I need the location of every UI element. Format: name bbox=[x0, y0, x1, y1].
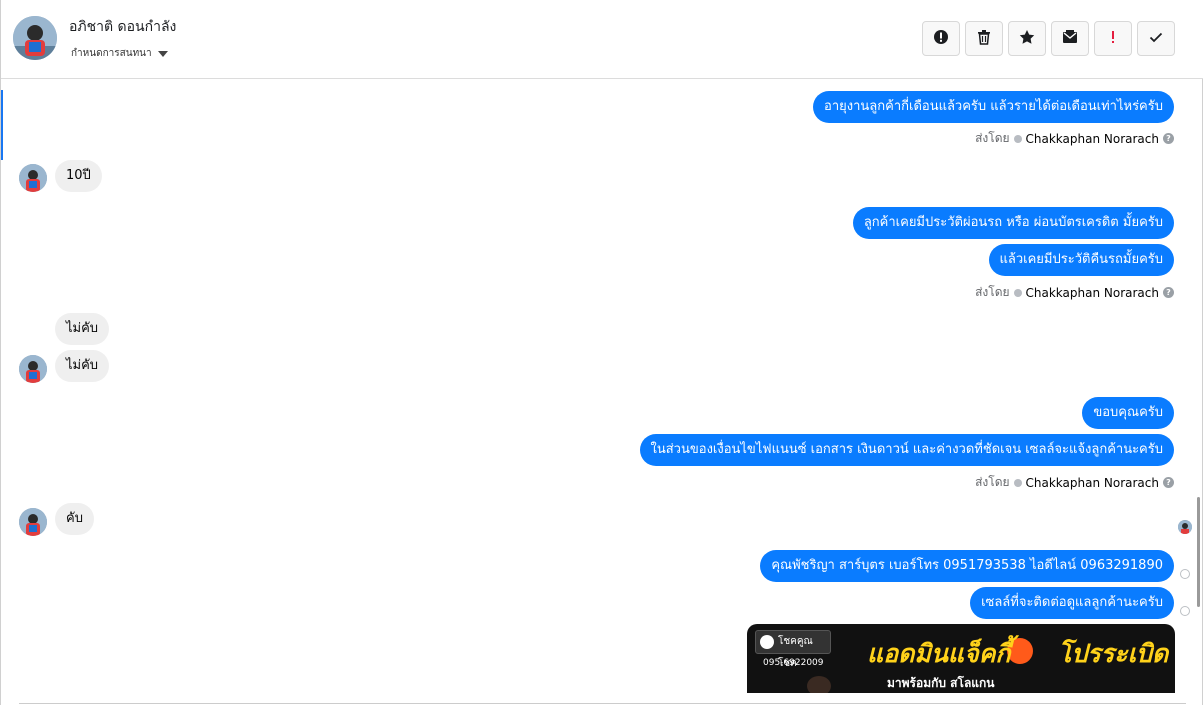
message-meta: ส่งโดย Chakkaphan Norarach ? bbox=[975, 473, 1174, 492]
help-icon[interactable]: ? bbox=[1163, 133, 1174, 144]
delete-button[interactable] bbox=[965, 21, 1003, 56]
conversation-window: อภิชาติ ดอนกำลัง กำหนดการสนทนา อายุงานลู… bbox=[0, 0, 1203, 705]
sent-by-label: ส่งโดย bbox=[975, 285, 1010, 299]
exclamation-icon bbox=[1105, 29, 1121, 49]
composer-divider bbox=[19, 703, 1186, 704]
agent-dot-icon bbox=[1013, 134, 1022, 143]
sent-status-icon bbox=[1180, 606, 1190, 616]
message-bubble-incoming[interactable]: คับ bbox=[55, 503, 94, 535]
alert-circle-icon bbox=[933, 29, 949, 49]
banner-title: แอดมินแจ็คกี้ โปรระเบิด bbox=[867, 639, 1169, 668]
message-bubble-incoming[interactable]: ไม่คับ bbox=[55, 350, 110, 382]
message-bubble-outgoing[interactable]: ลูกค้าเคยมีประวัติผ่อนรถ หรือ ผ่อนบัตรเค… bbox=[852, 207, 1174, 239]
agent-name[interactable]: Chakkaphan Norarach bbox=[1026, 476, 1159, 490]
message-bubble-outgoing[interactable]: เซลล์ที่จะติดต่อดูแลลูกค้านะครับ bbox=[970, 587, 1174, 619]
logo-mark-icon bbox=[760, 635, 774, 649]
message-bubble-outgoing[interactable]: คุณพัชริญา สาร์บุตร เบอร์โทร 0951793538 … bbox=[760, 550, 1174, 582]
spam-report-button[interactable] bbox=[922, 21, 960, 56]
message-meta: ส่งโดย Chakkaphan Norarach ? bbox=[975, 129, 1174, 148]
help-icon[interactable]: ? bbox=[1163, 477, 1174, 488]
message-bubble-incoming[interactable]: ไม่คับ bbox=[55, 313, 110, 345]
person-image bbox=[807, 676, 831, 693]
contact-avatar-small[interactable] bbox=[19, 508, 47, 536]
message-bubble-incoming[interactable]: 10ปี bbox=[55, 160, 102, 192]
sent-by-label: ส่งโดย bbox=[975, 475, 1010, 489]
selection-indicator bbox=[1, 90, 3, 160]
chevron-down-icon bbox=[157, 50, 168, 57]
agent-dot-icon bbox=[1013, 288, 1022, 297]
contact-avatar-small[interactable] bbox=[19, 164, 47, 192]
conversation-status-dropdown[interactable]: กำหนดการสนทนา bbox=[71, 46, 168, 61]
message-bubble-outgoing[interactable]: ขอบคุณครับ bbox=[1082, 397, 1174, 429]
agent-name[interactable]: Chakkaphan Norarach bbox=[1026, 132, 1159, 146]
contact-name[interactable]: อภิชาติ ดอนกำลัง bbox=[69, 16, 176, 38]
star-icon bbox=[1019, 29, 1035, 49]
contact-avatar[interactable] bbox=[13, 16, 57, 60]
trash-icon bbox=[976, 29, 992, 49]
banner-phone: 095-6922009 bbox=[763, 658, 824, 668]
message-bubble-outgoing[interactable]: ในส่วนของเงื่อนไขไฟแนนซ์ เอกสาร เงินดาวน… bbox=[639, 434, 1174, 466]
sent-by-label: ส่งโดย bbox=[975, 131, 1010, 145]
banner-logo: โชคคูณโชค bbox=[755, 630, 831, 669]
conversation-header: อภิชาติ ดอนกำลัง กำหนดการสนทนา bbox=[1, 0, 1203, 79]
agent-name[interactable]: Chakkaphan Norarach bbox=[1026, 286, 1159, 300]
scrollbar[interactable] bbox=[1197, 497, 1200, 607]
mark-unread-button[interactable] bbox=[1051, 21, 1089, 56]
contact-avatar-small[interactable] bbox=[19, 355, 47, 383]
message-meta: ส่งโดย Chakkaphan Norarach ? bbox=[975, 283, 1174, 302]
message-bubble-outgoing[interactable]: แล้วเคยมีประวัติคืนรถมั้ยครับ bbox=[988, 244, 1174, 276]
envelope-icon bbox=[1062, 29, 1078, 49]
help-icon[interactable]: ? bbox=[1163, 287, 1174, 298]
status-label: กำหนดการสนทนา bbox=[71, 48, 152, 59]
message-bubble-outgoing[interactable]: อายุงานลูกค้ากี่เดือนแล้วครับ แล้วรายได้… bbox=[813, 91, 1174, 123]
mark-done-button[interactable] bbox=[1137, 21, 1175, 56]
banner-subtitle: มาพร้อมกับ สโลแกน bbox=[887, 676, 995, 690]
agent-dot-icon bbox=[1013, 478, 1022, 487]
image-attachment[interactable]: โชคคูณโชค 095-6922009 แอดมินแจ็คกี้ โปรร… bbox=[747, 624, 1175, 693]
sent-status-icon bbox=[1180, 569, 1190, 579]
seen-avatar bbox=[1178, 520, 1192, 534]
priority-button[interactable] bbox=[1094, 21, 1132, 56]
check-icon bbox=[1148, 29, 1164, 49]
star-button[interactable] bbox=[1008, 21, 1046, 56]
